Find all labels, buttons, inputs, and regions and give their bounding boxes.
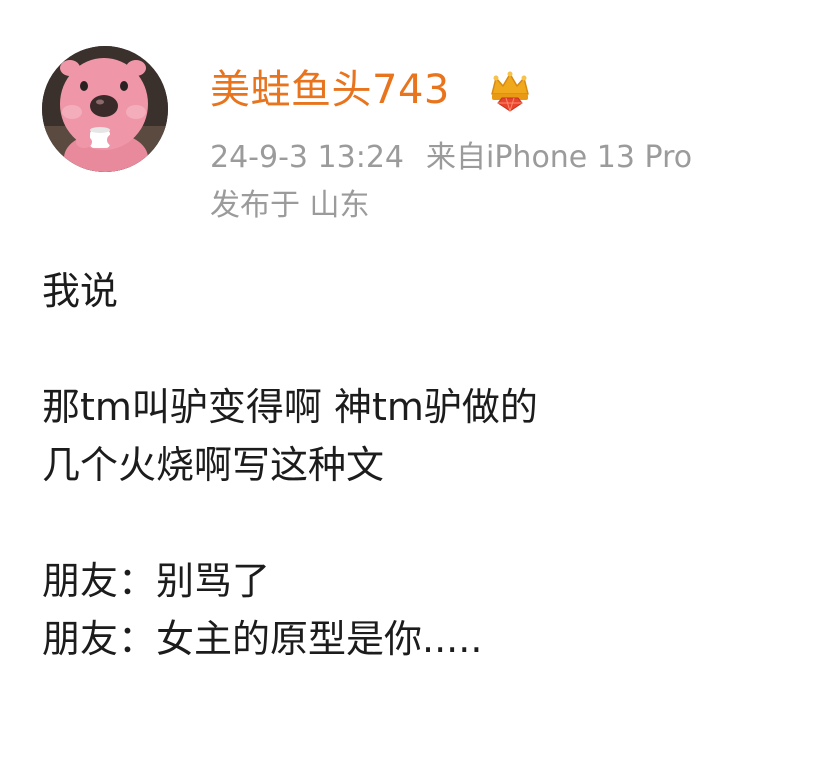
- post-meta: 24-9-3 13:24 来自iPhone 13 Pro 发布于 山东: [210, 134, 800, 230]
- post-content: 我说 那tm叫驴变得啊 神tm驴做的 几个火烧啊写这种文 朋友：别骂了 朋友：女…: [42, 262, 802, 668]
- post-text-line: 朋友：别骂了: [42, 559, 271, 603]
- post-timestamp: 24-9-3 13:24: [210, 140, 404, 175]
- post-source[interactable]: 来自iPhone 13 Pro: [426, 140, 692, 175]
- avatar[interactable]: [42, 46, 168, 172]
- post-location: 发布于 山东: [210, 188, 370, 223]
- author-name[interactable]: 美蛙鱼头743: [210, 64, 450, 116]
- post-meta-line: 24-9-3 13:24 来自iPhone 13 Pro: [210, 134, 800, 182]
- post-text-line: 朋友：女主的原型是你.....: [42, 617, 483, 661]
- weibo-post: 美蛙鱼头743 24-9-3 13:24 来自iPhone 13 Pro 发布于 …: [0, 0, 822, 773]
- pink-beaver-avatar-image: [42, 46, 168, 172]
- vip-crown-diamond-icon[interactable]: [488, 68, 532, 113]
- post-text-line: 那tm叫驴变得啊 神tm驴做的: [42, 385, 538, 429]
- post-text-line: 几个火烧啊写这种文: [42, 443, 385, 487]
- post-text-line: 我说: [42, 269, 119, 313]
